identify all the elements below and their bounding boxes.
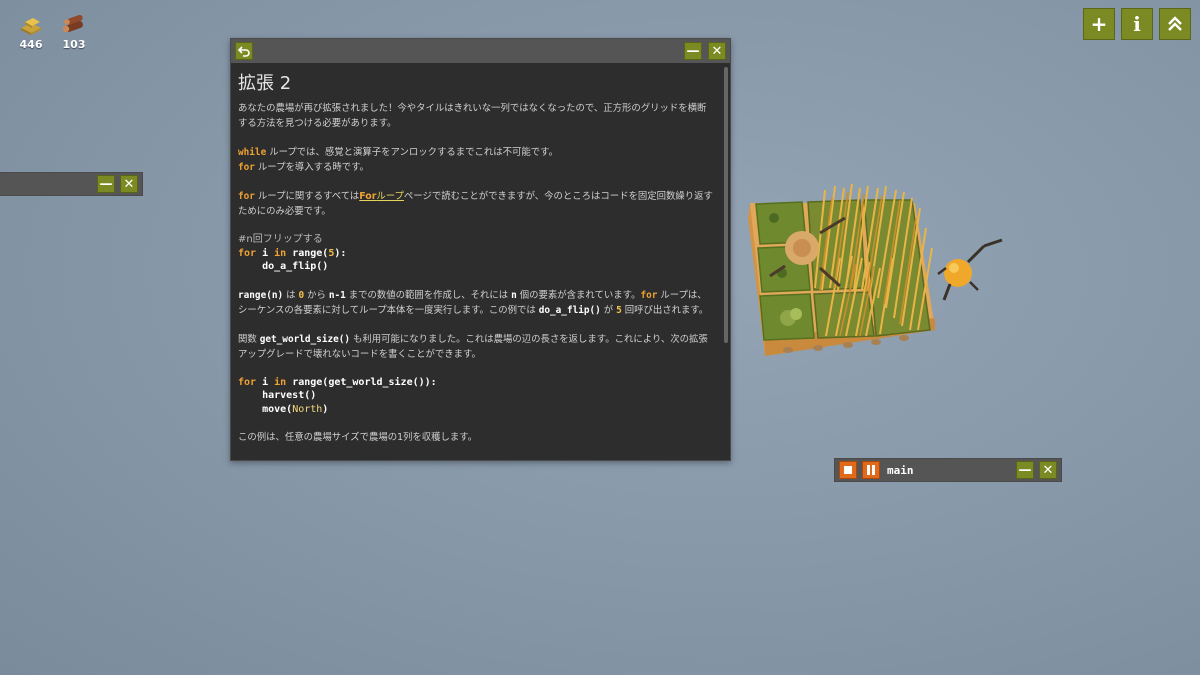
stop-button[interactable] <box>839 461 857 479</box>
minimize-button[interactable]: — <box>684 42 702 60</box>
code-example-2: for i in range(get_world_size()): harves… <box>238 376 437 415</box>
pause-button[interactable] <box>862 461 880 479</box>
add-button[interactable]: + <box>1083 8 1115 40</box>
back-button[interactable] <box>235 42 253 60</box>
scrollbar[interactable] <box>724 67 728 343</box>
double-chevron-up-icon <box>1168 16 1182 31</box>
paragraph-summary: この例は、任意の農場サイズで農場の1列を収穫します。 <box>238 432 478 443</box>
docs-window: — ✕ 拡張 2 あなたの農場が再び拡張されました！今やタイルはきれいな一列では… <box>230 38 731 461</box>
info-button[interactable]: i <box>1121 8 1153 40</box>
collapse-all-button[interactable] <box>1159 8 1191 40</box>
minimize-button[interactable]: — <box>97 175 115 193</box>
stop-icon <box>844 466 852 474</box>
minimize-icon: — <box>99 176 113 192</box>
close-icon: ✕ <box>711 43 723 59</box>
close-button[interactable]: ✕ <box>1039 461 1057 479</box>
pumpkin-drone <box>937 238 1003 301</box>
wood-icon <box>62 14 83 33</box>
minimize-icon: — <box>1018 462 1032 478</box>
code-window-main[interactable]: main — ✕ <box>834 458 1062 482</box>
gold-icon <box>21 18 41 35</box>
collapsed-window: — ✕ <box>0 172 143 196</box>
info-icon: i <box>1133 12 1141 36</box>
close-icon: ✕ <box>1042 462 1054 478</box>
close-button[interactable]: ✕ <box>708 42 726 60</box>
paragraph-intro: あなたの農場が再び拡張されました！今やタイルはきれいな一列ではなくなったので、正… <box>238 103 707 129</box>
minimize-icon: — <box>686 43 700 59</box>
pause-icon <box>867 465 875 475</box>
gold-count: 446 <box>19 38 43 51</box>
wood-resource: 103 <box>54 14 94 51</box>
for-loop-link[interactable]: Forループ <box>359 191 404 202</box>
farm-grid <box>748 183 1003 356</box>
paragraph-world-size: 関数 get_world_size() も利用可能になりました。これは農場の辺の… <box>238 333 708 360</box>
wood-count: 103 <box>62 38 86 51</box>
back-arrow-icon <box>238 46 250 57</box>
plus-icon: + <box>1090 12 1108 36</box>
close-button[interactable]: ✕ <box>120 175 138 193</box>
docs-titlebar[interactable]: — ✕ <box>231 39 730 63</box>
paragraph-range: range(n) は 0 から n-1 までの数値の範囲を作成し、それには n … <box>238 289 709 316</box>
docs-content: 拡張 2 あなたの農場が再び拡張されました！今やタイルはきれいな一列ではなくなっ… <box>231 65 722 460</box>
close-icon: ✕ <box>123 176 135 192</box>
paragraph-loops: while ループでは、感覚と演算子をアンロックするまでこれは不可能です。 fo… <box>238 147 558 173</box>
gold-resource: 446 <box>11 14 51 51</box>
window-name: main <box>887 463 914 477</box>
paragraph-for-loop: for ループに関するすべてはForループページで読むことができますが、今のとこ… <box>238 191 713 217</box>
minimize-button[interactable]: — <box>1016 461 1034 479</box>
code-example-1: #n回フリップする for i in range(5): do_a_flip() <box>238 234 347 272</box>
page-title: 拡張 2 <box>238 73 292 94</box>
